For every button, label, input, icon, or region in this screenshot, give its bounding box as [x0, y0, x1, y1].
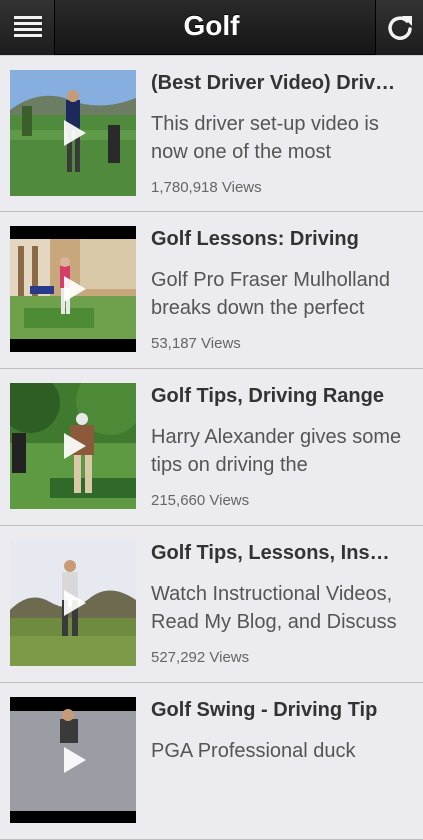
refresh-button[interactable]: [375, 0, 423, 55]
video-title: Golf Lessons: Driving: [151, 228, 359, 250]
video-description: This driver set-up video is now one of t…: [151, 113, 379, 163]
play-icon: [64, 747, 86, 773]
hamburger-menu-icon: [14, 16, 42, 38]
video-views: 527,292 Views: [151, 649, 250, 666]
refresh-icon: [388, 16, 412, 40]
video-title: (Best Driver Video) Driv…: [151, 72, 396, 94]
page-title: Golf: [183, 10, 240, 41]
video-list: (Best Driver Video) Driv… This driver se…: [0, 55, 423, 840]
video-views: 53,187 Views: [151, 335, 241, 352]
video-list-item[interactable]: Golf Swing - Driving Tip PGA Professiona…: [0, 683, 423, 840]
video-thumbnail[interactable]: [10, 540, 136, 666]
video-thumbnail[interactable]: [10, 226, 136, 352]
play-icon: [64, 276, 86, 302]
video-description: Watch Instructional Videos, Read My Blog…: [151, 583, 397, 633]
video-thumbnail[interactable]: [10, 697, 136, 823]
play-icon: [64, 433, 86, 459]
video-list-item[interactable]: Golf Lessons: Driving Golf Pro Fraser Mu…: [0, 212, 423, 369]
video-views: 215,660 Views: [151, 492, 250, 509]
play-icon: [64, 120, 86, 146]
video-list-item[interactable]: Golf Tips, Lessons, Ins… Watch Instructi…: [0, 526, 423, 683]
video-description: Golf Pro Fraser Mulholland breaks down t…: [151, 269, 390, 319]
top-nav-bar: Golf: [0, 0, 423, 55]
play-icon: [64, 590, 86, 616]
video-thumbnail[interactable]: [10, 70, 136, 196]
video-title: Golf Tips, Driving Range: [151, 385, 384, 407]
menu-button[interactable]: [0, 0, 55, 55]
video-thumbnail[interactable]: [10, 383, 136, 509]
video-title: Golf Swing - Driving Tip: [151, 699, 378, 721]
video-views: 1,780,918 Views: [151, 179, 262, 196]
video-list-item[interactable]: Golf Tips, Driving Range Harry Alexander…: [0, 369, 423, 526]
video-title: Golf Tips, Lessons, Ins…: [151, 542, 390, 564]
video-description: PGA Professional duck: [151, 740, 356, 762]
video-list-item[interactable]: (Best Driver Video) Driv… This driver se…: [0, 55, 423, 212]
video-description: Harry Alexander gives some tips on drivi…: [151, 426, 402, 476]
